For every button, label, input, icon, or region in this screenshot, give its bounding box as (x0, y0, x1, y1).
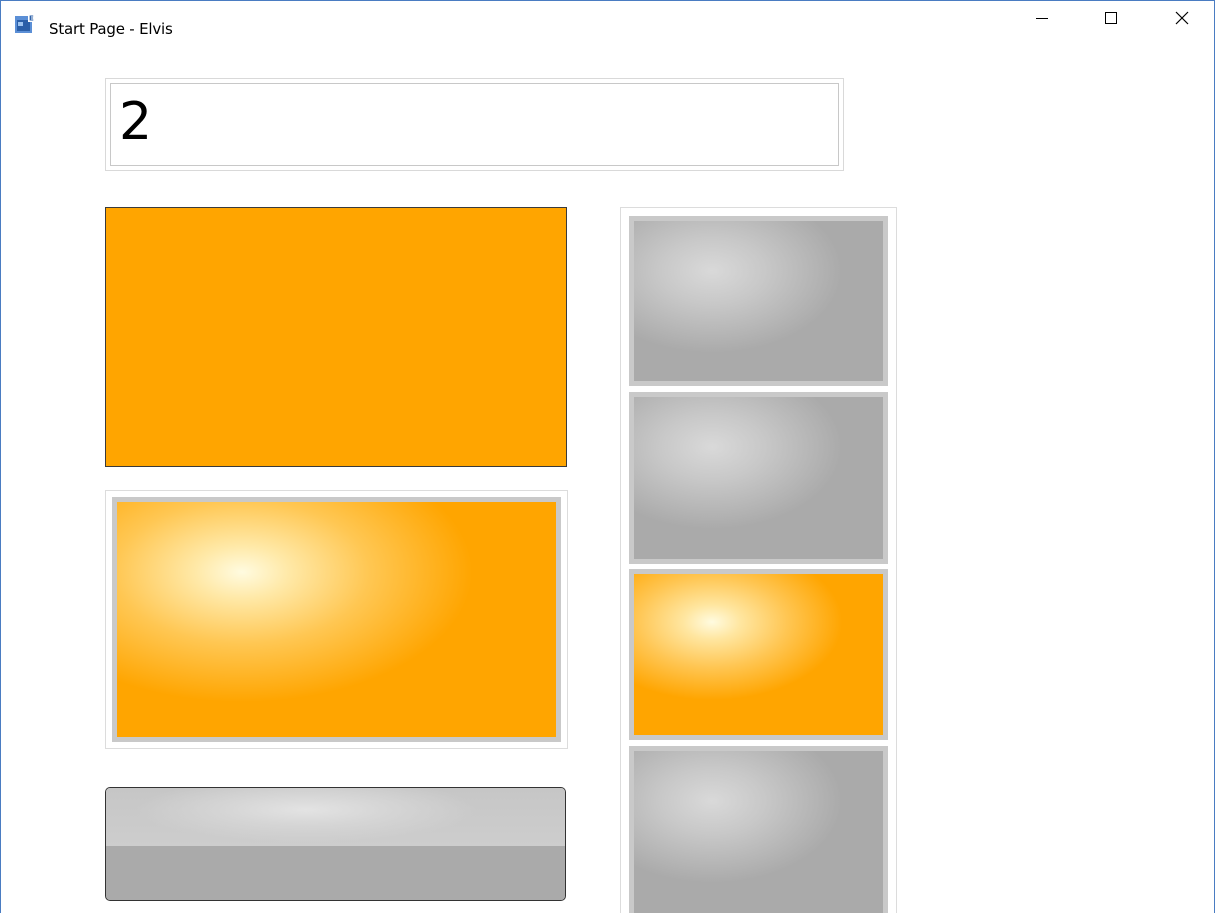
app-icon: E (15, 14, 35, 34)
title-bar[interactable]: E Start Page - Elvis (1, 1, 1214, 39)
close-icon (1175, 11, 1189, 30)
bar-button-highlight (106, 788, 565, 846)
minimize-icon (1036, 11, 1048, 29)
side-tile-1-gray[interactable] (629, 216, 888, 386)
minimize-button[interactable] (1019, 1, 1065, 39)
close-button[interactable] (1159, 1, 1205, 39)
maximize-button[interactable] (1088, 1, 1134, 39)
window-title: Start Page - Elvis (49, 20, 173, 38)
selected-tile-frame (105, 490, 568, 749)
main-color-tile[interactable] (105, 207, 567, 467)
selected-orange-tile[interactable] (112, 497, 561, 742)
gray-bar-button[interactable] (105, 787, 566, 901)
svg-text:E: E (29, 15, 34, 23)
side-tile-2-gray[interactable] (629, 392, 888, 564)
app-window: E Start Page - Elvis 2 (0, 0, 1215, 913)
side-tile-3-orange[interactable] (629, 569, 888, 740)
maximize-icon (1105, 11, 1117, 29)
side-tile-4-gray[interactable] (629, 746, 888, 913)
value-text: 2 (119, 92, 153, 152)
value-display[interactable]: 2 (105, 78, 844, 171)
tile-list-panel (620, 207, 897, 913)
value-display-inner: 2 (110, 83, 839, 166)
bar-button-base (106, 846, 565, 900)
